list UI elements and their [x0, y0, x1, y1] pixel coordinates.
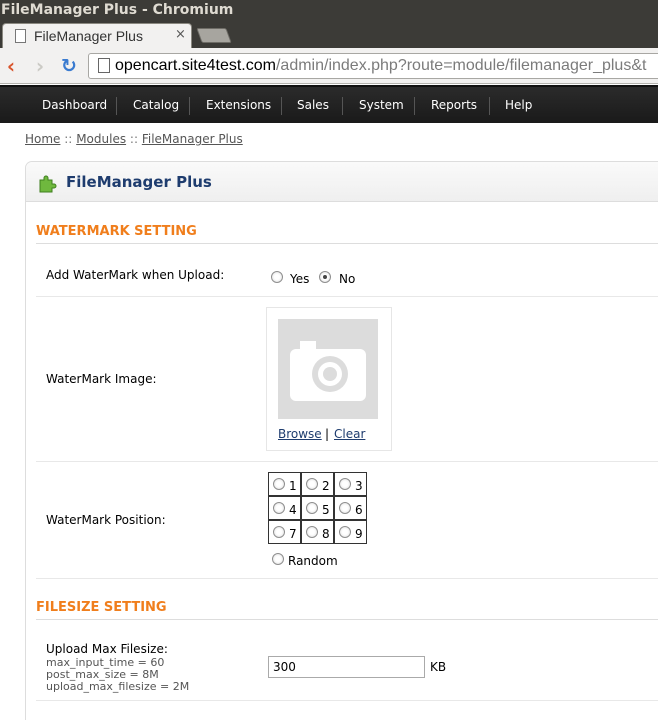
watermark-image-label: WaterMark Image:	[46, 372, 157, 386]
menu-item-dashboard[interactable]: Dashboard	[42, 98, 107, 112]
position-cell-2: 2	[301, 472, 334, 496]
row-divider	[36, 461, 658, 462]
reload-icon[interactable]: ↻	[60, 56, 78, 76]
position-radio-9[interactable]	[339, 526, 351, 538]
tab-label: FileManager Plus	[34, 28, 143, 44]
window-title: FileManager Plus - Chromium	[1, 2, 234, 18]
breadcrumb-home-link[interactable]: Home	[25, 132, 60, 146]
menu-item-reports[interactable]: Reports	[431, 98, 477, 112]
admin-menu: Dashboard Catalog Extensions Sales Syste…	[0, 85, 658, 123]
position-cell-7: 7	[268, 520, 301, 544]
watermark-no-label: No	[339, 272, 356, 286]
position-label-5: 5	[322, 503, 330, 517]
row-divider	[36, 700, 658, 701]
position-radio-7[interactable]	[273, 526, 285, 538]
breadcrumb: Home :: Modules :: FileManager Plus	[25, 132, 243, 146]
position-cell-1: 1	[268, 472, 301, 496]
upload-max-filesize-note: upload_max_filesize = 2M	[46, 680, 190, 693]
menu-item-extensions[interactable]: Extensions	[206, 98, 271, 112]
position-cell-6: 6	[334, 496, 367, 520]
position-cell-3: 3	[334, 472, 367, 496]
position-label-9: 9	[355, 527, 363, 541]
back-arrow-icon[interactable]: ‹	[2, 56, 20, 76]
section-divider	[36, 619, 658, 620]
breadcrumb-current-link[interactable]: FileManager Plus	[142, 132, 243, 146]
position-label-2: 2	[322, 479, 330, 493]
url-text: opencart.site4test.com/admin/index.php?r…	[115, 57, 647, 74]
watermark-position-label: WaterMark Position:	[46, 513, 166, 527]
section-divider	[36, 243, 658, 244]
watermark-yes-radio[interactable]	[271, 271, 283, 283]
position-label-7: 7	[289, 527, 297, 541]
position-label-1: 1	[289, 479, 297, 493]
page-icon	[98, 58, 110, 73]
box-heading: FileManager Plus	[26, 162, 658, 202]
menu-item-catalog[interactable]: Catalog	[133, 98, 179, 112]
position-cell-9: 9	[334, 520, 367, 544]
position-label-3: 3	[355, 479, 363, 493]
page-icon	[15, 29, 26, 43]
watermark-yes-label: Yes	[290, 272, 310, 286]
tab-strip: FileManager Plus ×	[0, 21, 658, 48]
position-cell-4: 4	[268, 496, 301, 520]
position-random-label: Random	[288, 554, 338, 568]
upload-max-filesize-label: Upload Max Filesize:	[46, 642, 168, 656]
filesize-unit: KB	[430, 660, 447, 674]
watermark-image-frame: Browse | Clear	[266, 307, 392, 451]
row-divider	[36, 578, 658, 579]
position-radio-8[interactable]	[306, 526, 318, 538]
position-label-4: 4	[289, 503, 297, 517]
row-divider	[36, 296, 658, 297]
position-radio-2[interactable]	[306, 478, 318, 490]
position-label-8: 8	[322, 527, 330, 541]
watermark-section-title: WATERMARK SETTING	[36, 224, 197, 239]
menu-item-sales[interactable]: Sales	[297, 98, 329, 112]
browse-link[interactable]: Browse	[278, 427, 322, 441]
position-radio-4[interactable]	[273, 502, 285, 514]
module-box: FileManager Plus WATERMARK SETTING Add W…	[25, 161, 658, 720]
filesize-section-title: FILESIZE SETTING	[36, 600, 167, 615]
window-titlebar: FileManager Plus - Chromium	[0, 0, 658, 21]
box-title: FileManager Plus	[66, 173, 212, 191]
forward-arrow-icon[interactable]: ›	[31, 56, 49, 76]
puzzle-icon	[39, 175, 57, 193]
tab-filemanager-plus[interactable]: FileManager Plus ×	[2, 23, 192, 48]
position-radio-3[interactable]	[339, 478, 351, 490]
new-tab-button[interactable]	[196, 28, 232, 43]
position-random-radio[interactable]	[272, 553, 284, 565]
position-cell-5: 5	[301, 496, 334, 520]
menu-item-help[interactable]: Help	[505, 98, 532, 112]
camera-icon[interactable]	[278, 319, 378, 419]
add-watermark-label: Add WaterMark when Upload:	[46, 268, 225, 282]
link-separator: |	[325, 427, 330, 441]
max-filesize-input[interactable]: 300	[268, 656, 425, 678]
breadcrumb-modules-link[interactable]: Modules	[76, 132, 126, 146]
breadcrumb-separator: ::	[64, 132, 73, 146]
address-bar[interactable]: opencart.site4test.com/admin/index.php?r…	[88, 53, 658, 79]
breadcrumb-separator: ::	[129, 132, 138, 146]
browser-toolbar: ‹ › ↻ opencart.site4test.com/admin/index…	[0, 48, 658, 84]
position-radio-6[interactable]	[339, 502, 351, 514]
watermark-no-radio[interactable]	[319, 271, 331, 283]
close-icon[interactable]: ×	[175, 27, 186, 42]
position-cell-8: 8	[301, 520, 334, 544]
clear-link[interactable]: Clear	[334, 427, 365, 441]
position-radio-1[interactable]	[273, 478, 285, 490]
menu-item-system[interactable]: System	[359, 98, 404, 112]
position-radio-5[interactable]	[306, 502, 318, 514]
position-label-6: 6	[355, 503, 363, 517]
